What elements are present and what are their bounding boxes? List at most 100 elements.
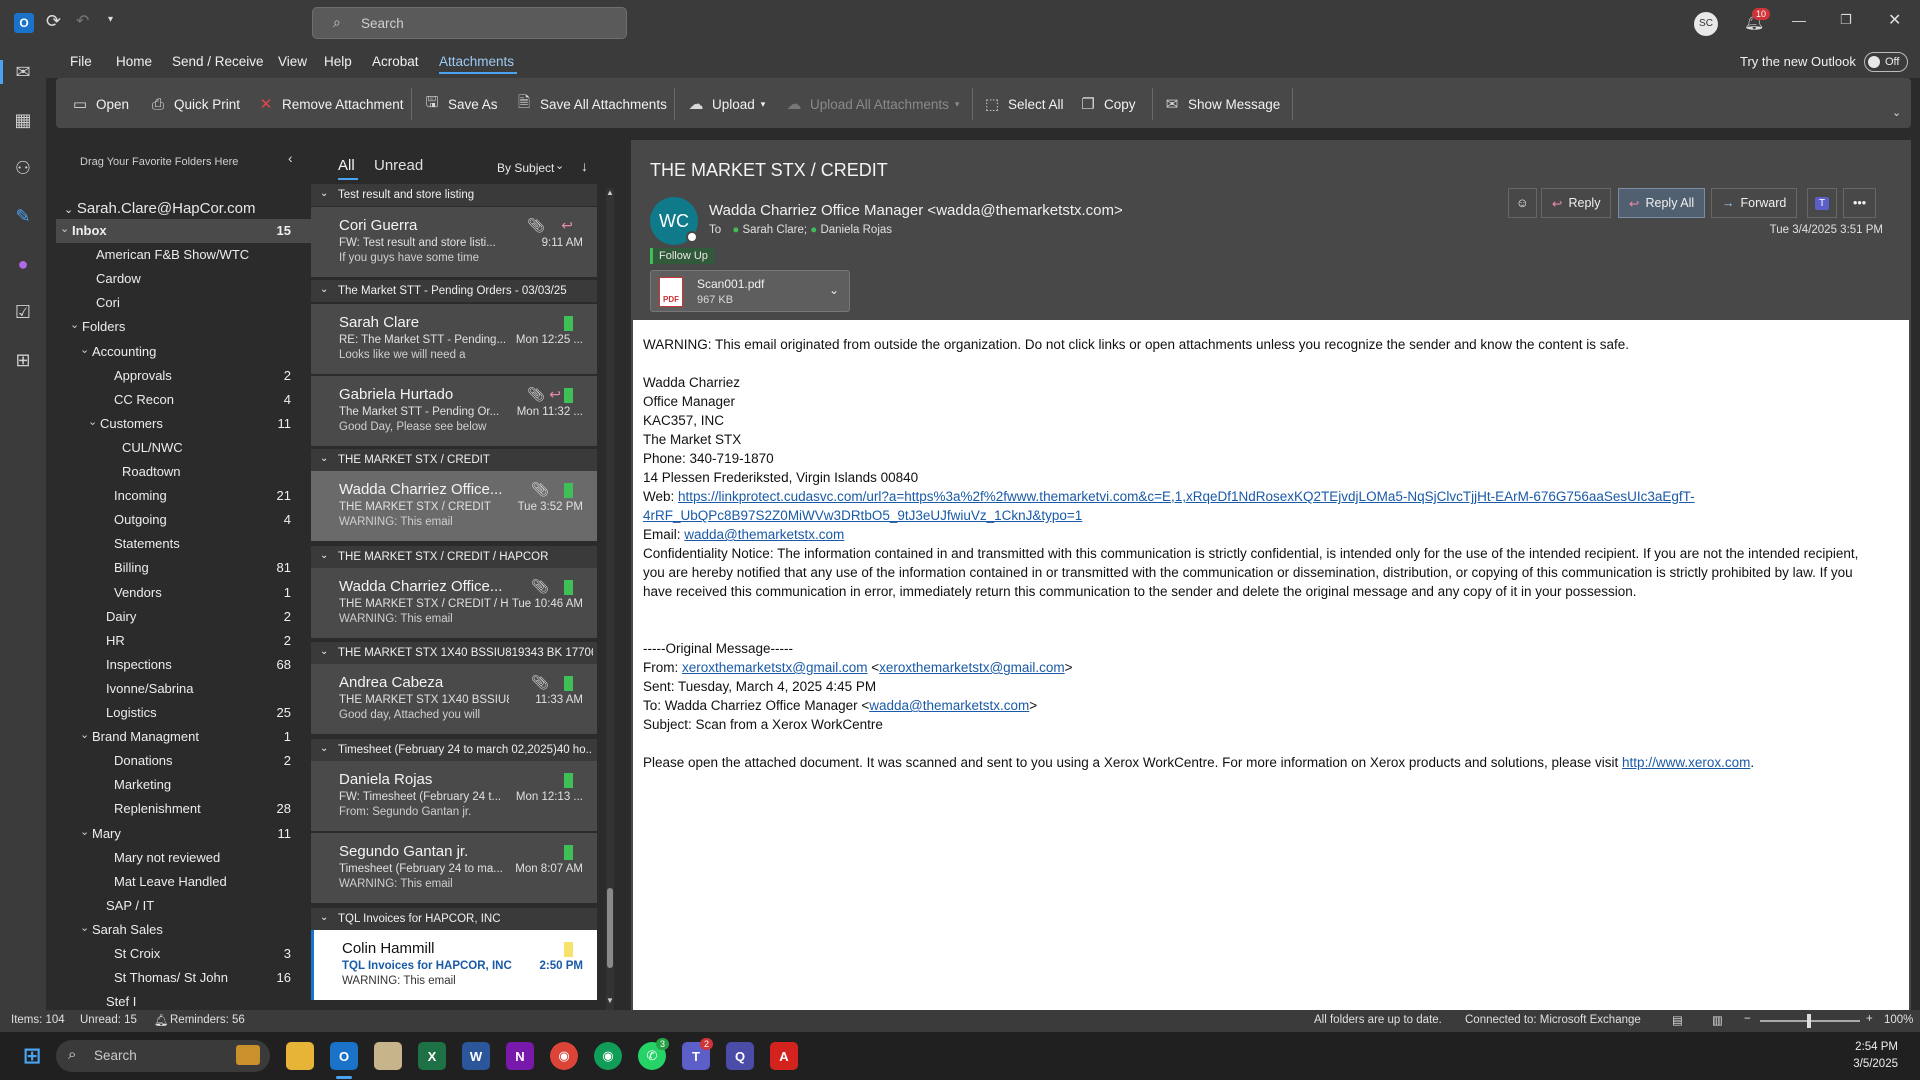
notepad-icon[interactable] [374,1042,402,1070]
collapse-pane-icon[interactable]: ‹ [288,150,293,166]
folder-item[interactable]: Mat Leave Handled [56,870,311,894]
folder-item[interactable]: Vendors 1 [56,581,311,605]
search-box[interactable]: ⌕ Search [312,7,627,39]
folder-item[interactable]: Donations 2 [56,749,311,773]
folder-item[interactable]: ⌄ Brand Managment 1 [56,725,311,749]
flag-icon[interactable] [564,676,573,691]
group-header[interactable]: ⌄ Test result and store listing [311,184,597,206]
open-button[interactable]: ▭ Open [70,93,129,115]
chevron-down-icon[interactable]: ⌄ [320,188,328,199]
folder-item[interactable]: ⌄ Customers 11 [56,412,311,436]
folder-item[interactable]: Incoming 21 [56,484,311,508]
zoom-in-icon[interactable]: + [1866,1013,1873,1025]
message-item[interactable]: Wadda Charriez Office... THE MARKET STX /… [311,471,597,541]
folder-item[interactable]: Cardow [56,267,311,291]
reply-button[interactable]: ↩ Reply [1541,188,1612,218]
attachment-menu-chevron-icon[interactable]: ⌄ [829,283,839,297]
more-actions-button[interactable]: ••• [1843,188,1877,218]
recipient-daniela[interactable]: Daniela Rojas [820,224,892,236]
normal-view-icon[interactable]: ▤ [1672,1013,1683,1027]
group-header[interactable]: ⌄ The Market STT - Pending Orders - 03/03… [311,280,597,302]
chevron-down-icon[interactable]: ⌄ [60,222,69,235]
group-header[interactable]: ⌄ TQL Invoices for HAPCOR, INC [311,908,597,930]
upload-button[interactable]: ☁ Upload ▾ [686,93,766,115]
calendar-icon[interactable]: ▦ [11,108,35,132]
reading-view-icon[interactable]: ▥ [1712,1013,1723,1027]
file-explorer-icon[interactable] [286,1042,314,1070]
acrobat-icon[interactable]: A [770,1042,798,1070]
folder-item[interactable]: Outgoing 4 [56,508,311,532]
group-header[interactable]: ⌄ THE MARKET STX / CREDIT / HAPCOR [311,546,597,568]
save-all-attachments-button[interactable]: 🗎︎ Save All Attachments [514,93,667,115]
follow-up-flag[interactable]: Follow Up [650,248,714,264]
undo-icon[interactable]: ↶ [76,11,89,31]
chevron-down-icon[interactable]: ⌄ [80,343,89,356]
folder-item[interactable]: Logistics 25 [56,701,311,725]
zoom-thumb[interactable] [1807,1014,1811,1028]
restore-button[interactable]: ❐ [1840,12,1852,28]
message-item[interactable]: Gabriela Hurtado The Market STT - Pending… [311,376,597,446]
taskbar-date[interactable]: 3/5/2025 [1853,1058,1898,1070]
folder-item[interactable]: ⌄ Accounting [56,340,311,364]
flag-icon[interactable] [564,773,573,788]
chevron-down-icon[interactable]: ⌄ [320,743,328,754]
folder-item[interactable]: Mary not reviewed [56,846,311,870]
message-item[interactable]: Wadda Charriez Office... THE MARKET STX /… [311,568,597,638]
reminders-count[interactable]: Reminders: 56 [170,1014,245,1026]
chrome-icon[interactable]: ◉ [550,1042,578,1070]
word-icon[interactable]: W [462,1042,490,1070]
web-link[interactable]: https://linkprotect.cudasvc.com/url?a=ht… [678,489,1695,504]
emoji-react-button[interactable]: ☺ [1508,188,1537,218]
chevron-down-icon[interactable]: ⌄ [80,825,89,838]
teams-share-button[interactable]: T [1807,188,1838,218]
folder-item[interactable]: Roadtown [56,460,311,484]
tab-all[interactable]: All [338,157,355,174]
zoom-out-icon[interactable]: − [1744,1013,1751,1025]
folder-item[interactable]: Replenishment 28 [56,797,311,821]
folder-item[interactable]: Dairy 2 [56,605,311,629]
web-link-continued[interactable]: 4rRF_UbQPc8B97S2Z0MiWVw3DRtbO5_9tJ3eUJfw… [643,508,1082,523]
folder-item[interactable]: Approvals 2 [56,364,311,388]
message-item[interactable]: Andrea Cabeza THE MARKET STX 1X40 BSSIU8.… [311,664,597,734]
folder-item[interactable]: ⌄ Mary 11 [56,822,311,846]
reminders-icon[interactable]: 🔔︎ [154,1013,169,1027]
chevron-down-icon[interactable]: ⌄ [320,453,328,464]
flag-icon[interactable] [564,388,573,403]
chrome-profile-icon[interactable]: ◉ [594,1042,622,1070]
copy-button[interactable]: ❐ Copy [1078,93,1135,115]
group-header[interactable]: ⌄ THE MARKET STX / CREDIT [311,449,597,471]
attachment-chip[interactable]: PDF Scan001.pdf 967 KB ⌄ [650,270,850,312]
people-icon[interactable]: ⚇ [11,156,35,180]
flag-icon[interactable] [564,483,573,498]
orig-from-link[interactable]: xeroxthemarketstx@gmail.com [682,660,868,675]
folder-item[interactable]: SAP / IT [56,894,311,918]
scroll-down-icon[interactable]: ▼ [606,996,614,1005]
copilot-icon[interactable]: ● [11,252,35,276]
taskbar-search[interactable]: ⌕ Search [56,1040,270,1072]
menu-attachments[interactable]: Attachments [439,54,514,69]
refresh-icon[interactable]: ⟳ [46,11,61,32]
chevron-down-icon[interactable]: ⌄ [80,728,89,741]
taskbar-time[interactable]: 2:54 PM [1855,1041,1898,1053]
chevron-down-icon[interactable]: ⌄ [320,646,328,657]
pen-icon[interactable]: ✎ [11,204,35,228]
folder-item[interactable]: Cori [56,291,311,315]
sort-direction-icon[interactable]: ↓ [581,158,588,174]
xerox-link[interactable]: http://www.xerox.com [1622,755,1750,770]
forward-button[interactable]: → Forward [1711,188,1798,218]
menu-help[interactable]: Help [324,54,352,69]
group-header[interactable]: ⌄ Timesheet (February 24 to march 02,2025… [311,739,597,761]
onenote-icon[interactable]: N [506,1042,534,1070]
quick-access-dropdown-icon[interactable]: ▾ [108,14,113,25]
minimize-button[interactable]: — [1792,12,1806,28]
folder-item[interactable]: St Croix 3 [56,942,311,966]
reply-all-button[interactable]: ↩ Reply All [1618,188,1706,218]
folder-item[interactable]: Ivonne/Sabrina [56,677,311,701]
remove-attachment-button[interactable]: ✕ Remove Attachment [256,93,404,115]
list-scrollbar[interactable]: ▲ ▼ [606,188,614,1010]
flag-icon[interactable] [564,580,573,595]
group-header[interactable]: ⌄ THE MARKET STX 1X40 BSSIU819343 BK 1770… [311,642,597,664]
message-item[interactable]: Sarah Clare RE: The Market STT - Pending.… [311,304,597,374]
folder-item[interactable]: Billing 81 [56,556,311,580]
show-message-button[interactable]: ✉ Show Message [1162,93,1281,115]
